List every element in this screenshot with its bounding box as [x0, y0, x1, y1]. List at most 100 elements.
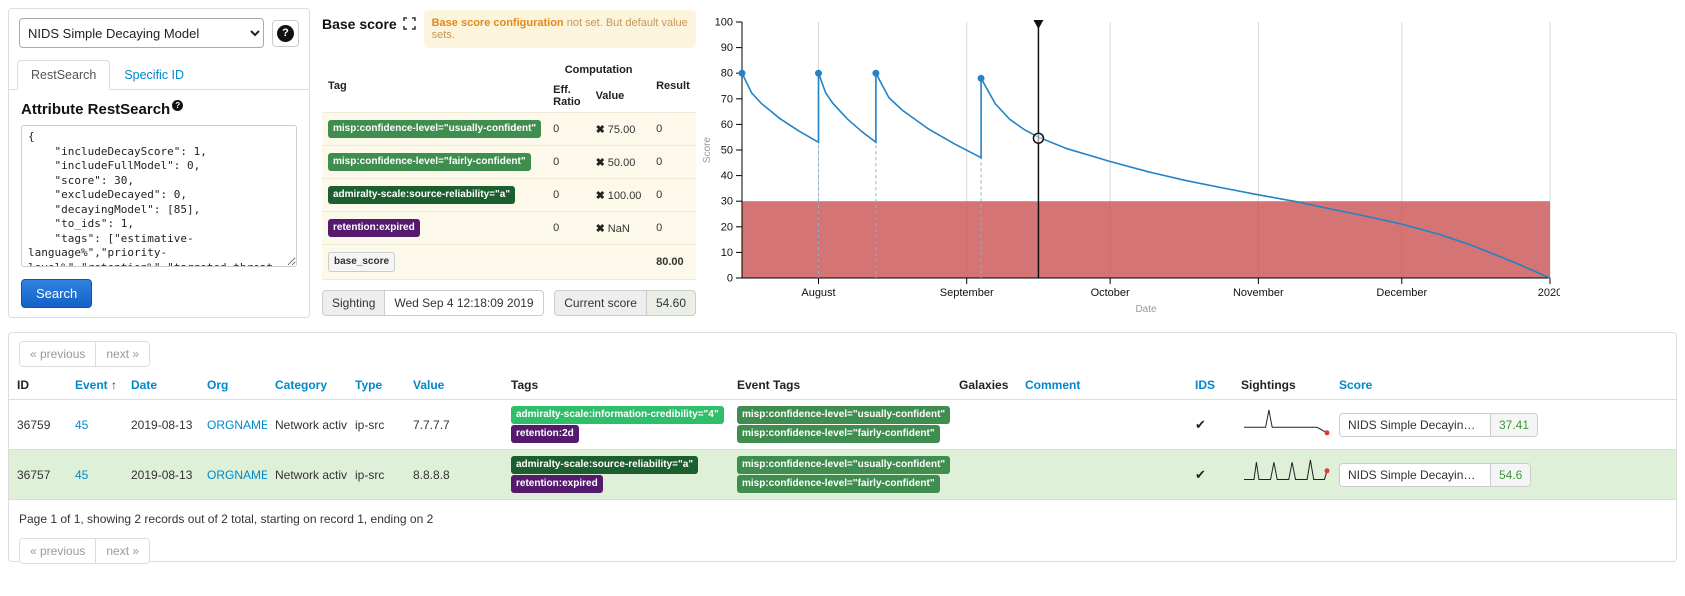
- svg-text:10: 10: [721, 247, 733, 259]
- result-value: 0: [650, 212, 696, 245]
- col-sightings: Sightings: [1233, 371, 1331, 400]
- restsearch-query-textarea[interactable]: { "includeDecayScore": 1, "includeFullMo…: [21, 125, 297, 267]
- col-ids: IDS: [1187, 371, 1233, 400]
- tag-badge: retention:expired: [511, 475, 603, 493]
- sort-value-link[interactable]: Value: [413, 378, 444, 392]
- svg-text:30: 30: [721, 196, 733, 208]
- sort-event-link[interactable]: Event: [75, 378, 108, 392]
- cell-tags: admiralty-scale:source-reliability="a" r…: [503, 450, 729, 500]
- col-date: Date: [123, 371, 199, 400]
- svg-text:Date: Date: [1135, 304, 1157, 315]
- question-icon: ?: [172, 100, 183, 111]
- base-score-row: retention:expired 0 ✖NaN 0: [322, 212, 696, 245]
- sort-asc-icon: ↑: [111, 378, 117, 392]
- tag-badge: retention:2d: [511, 425, 579, 443]
- previous-page-button[interactable]: « previous: [20, 539, 95, 563]
- cell-ids: ✔: [1187, 400, 1233, 450]
- cell-type: ip-src: [347, 400, 405, 450]
- tag-numerical-value: ✖50.00: [590, 146, 651, 179]
- sightings-sparkline: [1241, 407, 1331, 439]
- model-panel: NIDS Simple Decaying Model ? RestSearch …: [8, 8, 310, 318]
- col-comment: Comment: [1017, 371, 1187, 400]
- cell-tags: admiralty-scale:information-credibility=…: [503, 400, 729, 450]
- tag-numerical-value: ✖NaN: [590, 212, 651, 245]
- org-link[interactable]: ORGNAME: [207, 418, 267, 432]
- multiply-icon: ✖: [596, 190, 605, 202]
- cell-id: 36759: [9, 400, 67, 450]
- col-galaxies: Galaxies: [951, 371, 1017, 400]
- tab-specific-id[interactable]: Specific ID: [110, 60, 198, 90]
- svg-text:50: 50: [721, 145, 733, 157]
- svg-text:90: 90: [721, 42, 733, 54]
- col-score: Score: [1331, 371, 1676, 400]
- score-value: 37.41: [1490, 414, 1537, 436]
- col-tag: Tag: [322, 60, 547, 113]
- score-model-name: NIDS Simple Decaying ...: [1340, 464, 1490, 486]
- cell-value: 7.7.7.7: [405, 400, 503, 450]
- top-section: NIDS Simple Decaying Model ? RestSearch …: [0, 0, 1685, 328]
- tag-badge: misp:confidence-level="fairly-confident": [328, 153, 531, 171]
- search-button[interactable]: Search: [21, 279, 92, 308]
- next-page-button[interactable]: next »: [95, 539, 149, 563]
- col-value: Value: [590, 80, 651, 113]
- sort-org-link[interactable]: Org: [207, 378, 228, 392]
- previous-page-button[interactable]: « previous: [20, 342, 95, 366]
- svg-text:August: August: [801, 287, 835, 299]
- tag-badge: admiralty-scale:information-credibility=…: [511, 406, 724, 424]
- svg-text:November: November: [1233, 287, 1284, 299]
- cell-event: 45: [67, 400, 123, 450]
- base-score-table: Tag Computation Result Eff. Ratio Value …: [322, 60, 696, 280]
- event-link[interactable]: 45: [75, 468, 88, 482]
- pagination-bottom: « previous next »: [19, 538, 150, 564]
- base-score-total-row: base_score 80.00: [322, 245, 696, 280]
- base-score-row: admiralty-scale:source-reliability="a" 0…: [322, 179, 696, 212]
- tag-numerical-value: ✖75.00: [590, 113, 651, 146]
- question-icon: ?: [277, 25, 294, 42]
- score-box: NIDS Simple Decaying ... 54.6: [1339, 463, 1531, 487]
- current-score-value: 54.60: [647, 290, 696, 316]
- org-link[interactable]: ORGNAME: [207, 468, 267, 482]
- base-score-badge: base_score: [328, 252, 395, 272]
- score-model-name: NIDS Simple Decaying ...: [1340, 414, 1490, 436]
- event-link[interactable]: 45: [75, 418, 88, 432]
- current-score-label: Current score: [554, 290, 647, 316]
- eff-ratio-value: 0: [547, 212, 589, 245]
- col-computation: Computation: [547, 60, 650, 80]
- score-summary-bar: Sighting Wed Sep 4 12:18:09 2019 Current…: [322, 290, 696, 316]
- sort-type-link[interactable]: Type: [355, 378, 382, 392]
- sort-category-link[interactable]: Category: [275, 378, 327, 392]
- tag-badge: misp:confidence-level="usually-confident…: [737, 406, 950, 424]
- svg-text:60: 60: [721, 119, 733, 131]
- tag-badge: misp:confidence-level="usually-confident…: [737, 456, 950, 474]
- cell-value: 8.8.8.8: [405, 450, 503, 500]
- tab-restsearch[interactable]: RestSearch: [17, 60, 110, 90]
- cell-category: Network activity: [267, 450, 347, 500]
- sightings-sparkline: [1241, 457, 1331, 489]
- svg-text:October: October: [1091, 287, 1130, 299]
- sort-score-link[interactable]: Score: [1339, 378, 1372, 392]
- sort-ids-link[interactable]: IDS: [1195, 378, 1215, 392]
- expand-icon[interactable]: [403, 17, 416, 30]
- col-id: ID: [9, 371, 67, 400]
- base-score-row: misp:confidence-level="fairly-confident"…: [322, 146, 696, 179]
- result-value: 0: [650, 179, 696, 212]
- base-score-title: Base score: [322, 10, 416, 32]
- svg-text:100: 100: [715, 17, 733, 29]
- svg-text:December: December: [1376, 287, 1427, 299]
- col-value: Value: [405, 371, 503, 400]
- multiply-icon: ✖: [596, 124, 605, 136]
- decay-score-chart[interactable]: 0102030405060708090100AugustSeptemberOct…: [700, 6, 1560, 318]
- cell-sightings: [1233, 400, 1331, 450]
- cell-org: ORGNAME: [199, 400, 267, 450]
- sort-comment-link[interactable]: Comment: [1025, 378, 1080, 392]
- col-eff-ratio: Eff. Ratio: [547, 80, 589, 113]
- cell-event-tags: misp:confidence-level="usually-confident…: [729, 400, 951, 450]
- result-value: 0: [650, 113, 696, 146]
- restsearch-heading: Attribute RestSearch?: [21, 100, 297, 118]
- decaying-model-select[interactable]: NIDS Simple Decaying Model: [19, 18, 264, 48]
- cell-galaxies: [951, 400, 1017, 450]
- next-page-button[interactable]: next »: [95, 342, 149, 366]
- help-button[interactable]: ?: [272, 20, 299, 47]
- cell-ids: ✔: [1187, 450, 1233, 500]
- sort-date-link[interactable]: Date: [131, 378, 157, 392]
